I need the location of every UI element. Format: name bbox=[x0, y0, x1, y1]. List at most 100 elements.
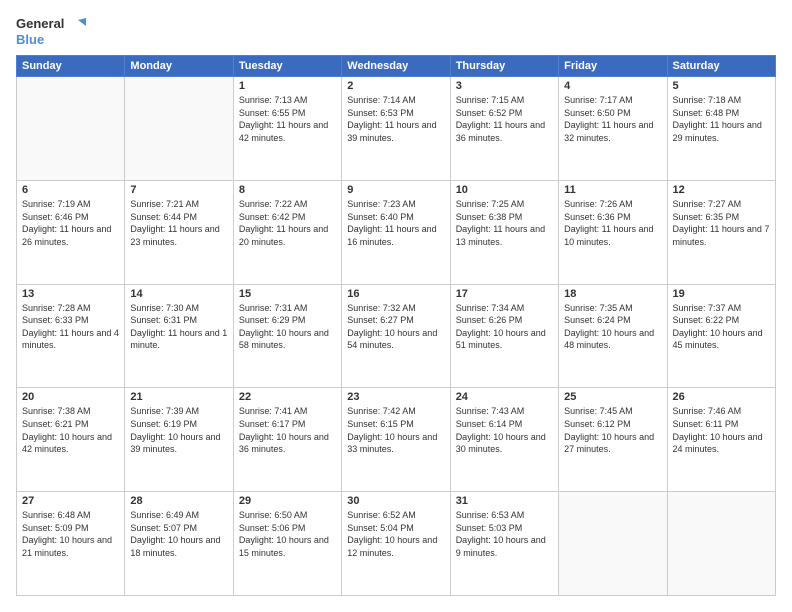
day-info: Sunrise: 7:22 AM Sunset: 6:42 PM Dayligh… bbox=[239, 198, 336, 248]
calendar-cell: 14 Sunrise: 7:30 AM Sunset: 6:31 PM Dayli… bbox=[125, 284, 233, 388]
calendar-cell: 1 Sunrise: 7:13 AM Sunset: 6:55 PM Daylig… bbox=[233, 77, 341, 181]
day-number: 20 bbox=[22, 391, 119, 403]
calendar-cell bbox=[125, 77, 233, 181]
logo-bird-icon bbox=[70, 18, 86, 32]
day-number: 21 bbox=[130, 391, 227, 403]
day-info: Sunrise: 7:34 AM Sunset: 6:26 PM Dayligh… bbox=[456, 302, 553, 352]
day-number: 30 bbox=[347, 495, 444, 507]
logo-text: General Blue bbox=[16, 16, 86, 47]
calendar-cell: 7 Sunrise: 7:21 AM Sunset: 6:44 PM Daylig… bbox=[125, 180, 233, 284]
day-number: 18 bbox=[564, 288, 661, 300]
calendar-cell bbox=[17, 77, 125, 181]
logo: General Blue bbox=[16, 16, 86, 47]
calendar-cell: 2Sunrise: 7:14 AM Sunset: 6:53 PM Daylig… bbox=[342, 77, 450, 181]
day-number: 25 bbox=[564, 391, 661, 403]
calendar-cell: 18 Sunrise: 7:35 AM Sunset: 6:24 PM Dayli… bbox=[559, 284, 667, 388]
day-info: Sunrise: 6:50 AM Sunset: 5:06 PM Dayligh… bbox=[239, 509, 336, 559]
calendar-cell: 20 Sunrise: 7:38 AM Sunset: 6:21 PM Dayli… bbox=[17, 388, 125, 492]
day-number: 10 bbox=[456, 184, 553, 196]
day-info: Sunrise: 7:14 AM Sunset: 6:53 PM Dayligh… bbox=[347, 94, 444, 144]
day-info: Sunrise: 7:30 AM Sunset: 6:31 PM Dayligh… bbox=[130, 302, 227, 352]
day-number: 9 bbox=[347, 184, 444, 196]
calendar-cell: 3 Sunrise: 7:15 AM Sunset: 6:52 PM Daylig… bbox=[450, 77, 558, 181]
calendar-cell: 9 Sunrise: 7:23 AM Sunset: 6:40 PM Daylig… bbox=[342, 180, 450, 284]
header: General Blue bbox=[16, 16, 776, 47]
calendar-cell: 23 Sunrise: 7:42 AM Sunset: 6:15 PM Dayli… bbox=[342, 388, 450, 492]
calendar-cell: 4 Sunrise: 7:17 AM Sunset: 6:50 PM Daylig… bbox=[559, 77, 667, 181]
day-number: 14 bbox=[130, 288, 227, 300]
day-info: Sunrise: 6:53 AM Sunset: 5:03 PM Dayligh… bbox=[456, 509, 553, 559]
day-number: 5 bbox=[673, 80, 770, 92]
day-info: Sunrise: 7:27 AM Sunset: 6:35 PM Dayligh… bbox=[673, 198, 770, 248]
day-number: 12 bbox=[673, 184, 770, 196]
weekday-header-thursday: Thursday bbox=[450, 56, 558, 77]
day-info: Sunrise: 7:15 AM Sunset: 6:52 PM Dayligh… bbox=[456, 94, 553, 144]
day-number: 1 bbox=[239, 80, 336, 92]
calendar-cell: 6 Sunrise: 7:19 AM Sunset: 6:46 PM Daylig… bbox=[17, 180, 125, 284]
weekday-header-monday: Monday bbox=[125, 56, 233, 77]
calendar-cell: 24 Sunrise: 7:43 AM Sunset: 6:14 PM Dayli… bbox=[450, 388, 558, 492]
day-info: Sunrise: 7:23 AM Sunset: 6:40 PM Dayligh… bbox=[347, 198, 444, 248]
day-info: Sunrise: 7:17 AM Sunset: 6:50 PM Dayligh… bbox=[564, 94, 661, 144]
calendar-cell: 28 Sunrise: 6:49 AM Sunset: 5:07 PM Dayli… bbox=[125, 492, 233, 596]
week-row-5: 27Sunrise: 6:48 AM Sunset: 5:09 PM Dayli… bbox=[17, 492, 776, 596]
day-info: Sunrise: 7:28 AM Sunset: 6:33 PM Dayligh… bbox=[22, 302, 119, 352]
day-number: 19 bbox=[673, 288, 770, 300]
week-row-2: 6 Sunrise: 7:19 AM Sunset: 6:46 PM Daylig… bbox=[17, 180, 776, 284]
day-number: 29 bbox=[239, 495, 336, 507]
day-info: Sunrise: 7:46 AM Sunset: 6:11 PM Dayligh… bbox=[673, 405, 770, 455]
day-number: 26 bbox=[673, 391, 770, 403]
calendar-cell: 19Sunrise: 7:37 AM Sunset: 6:22 PM Dayli… bbox=[667, 284, 775, 388]
day-number: 22 bbox=[239, 391, 336, 403]
day-number: 3 bbox=[456, 80, 553, 92]
calendar-cell: 13 Sunrise: 7:28 AM Sunset: 6:33 PM Dayli… bbox=[17, 284, 125, 388]
week-row-4: 20 Sunrise: 7:38 AM Sunset: 6:21 PM Dayli… bbox=[17, 388, 776, 492]
day-number: 24 bbox=[456, 391, 553, 403]
weekday-header-wednesday: Wednesday bbox=[342, 56, 450, 77]
calendar-cell: 30 Sunrise: 6:52 AM Sunset: 5:04 PM Dayli… bbox=[342, 492, 450, 596]
calendar-cell: 8Sunrise: 7:22 AM Sunset: 6:42 PM Daylig… bbox=[233, 180, 341, 284]
calendar-cell: 5 Sunrise: 7:18 AM Sunset: 6:48 PM Daylig… bbox=[667, 77, 775, 181]
day-number: 17 bbox=[456, 288, 553, 300]
day-number: 7 bbox=[130, 184, 227, 196]
calendar-cell: 31Sunrise: 6:53 AM Sunset: 5:03 PM Dayli… bbox=[450, 492, 558, 596]
day-info: Sunrise: 7:43 AM Sunset: 6:14 PM Dayligh… bbox=[456, 405, 553, 455]
day-info: Sunrise: 7:18 AM Sunset: 6:48 PM Dayligh… bbox=[673, 94, 770, 144]
day-number: 13 bbox=[22, 288, 119, 300]
day-info: Sunrise: 7:25 AM Sunset: 6:38 PM Dayligh… bbox=[456, 198, 553, 248]
day-info: Sunrise: 7:21 AM Sunset: 6:44 PM Dayligh… bbox=[130, 198, 227, 248]
day-info: Sunrise: 7:32 AM Sunset: 6:27 PM Dayligh… bbox=[347, 302, 444, 352]
calendar-cell: 10 Sunrise: 7:25 AM Sunset: 6:38 PM Dayli… bbox=[450, 180, 558, 284]
week-row-3: 13 Sunrise: 7:28 AM Sunset: 6:33 PM Dayli… bbox=[17, 284, 776, 388]
day-info: Sunrise: 6:49 AM Sunset: 5:07 PM Dayligh… bbox=[130, 509, 227, 559]
weekday-header-sunday: Sunday bbox=[17, 56, 125, 77]
day-number: 4 bbox=[564, 80, 661, 92]
calendar-cell: 22 Sunrise: 7:41 AM Sunset: 6:17 PM Dayli… bbox=[233, 388, 341, 492]
calendar-cell: 12 Sunrise: 7:27 AM Sunset: 6:35 PM Dayli… bbox=[667, 180, 775, 284]
calendar-cell: 29 Sunrise: 6:50 AM Sunset: 5:06 PM Dayli… bbox=[233, 492, 341, 596]
calendar-cell: 27Sunrise: 6:48 AM Sunset: 5:09 PM Dayli… bbox=[17, 492, 125, 596]
weekday-header-friday: Friday bbox=[559, 56, 667, 77]
weekday-header-row: SundayMondayTuesdayWednesdayThursdayFrid… bbox=[17, 56, 776, 77]
day-number: 11 bbox=[564, 184, 661, 196]
day-number: 6 bbox=[22, 184, 119, 196]
day-info: Sunrise: 7:38 AM Sunset: 6:21 PM Dayligh… bbox=[22, 405, 119, 455]
day-info: Sunrise: 7:35 AM Sunset: 6:24 PM Dayligh… bbox=[564, 302, 661, 352]
day-info: Sunrise: 7:19 AM Sunset: 6:46 PM Dayligh… bbox=[22, 198, 119, 248]
day-number: 16 bbox=[347, 288, 444, 300]
calendar-cell bbox=[667, 492, 775, 596]
day-number: 23 bbox=[347, 391, 444, 403]
calendar-table: SundayMondayTuesdayWednesdayThursdayFrid… bbox=[16, 55, 776, 596]
day-info: Sunrise: 7:42 AM Sunset: 6:15 PM Dayligh… bbox=[347, 405, 444, 455]
day-info: Sunrise: 7:13 AM Sunset: 6:55 PM Dayligh… bbox=[239, 94, 336, 144]
logo-blue: Blue bbox=[16, 32, 44, 47]
day-info: Sunrise: 7:41 AM Sunset: 6:17 PM Dayligh… bbox=[239, 405, 336, 455]
day-info: Sunrise: 7:39 AM Sunset: 6:19 PM Dayligh… bbox=[130, 405, 227, 455]
calendar-cell: 16 Sunrise: 7:32 AM Sunset: 6:27 PM Dayli… bbox=[342, 284, 450, 388]
calendar-cell bbox=[559, 492, 667, 596]
day-info: Sunrise: 6:48 AM Sunset: 5:09 PM Dayligh… bbox=[22, 509, 119, 559]
day-info: Sunrise: 6:52 AM Sunset: 5:04 PM Dayligh… bbox=[347, 509, 444, 559]
day-info: Sunrise: 7:26 AM Sunset: 6:36 PM Dayligh… bbox=[564, 198, 661, 248]
weekday-header-tuesday: Tuesday bbox=[233, 56, 341, 77]
day-number: 28 bbox=[130, 495, 227, 507]
